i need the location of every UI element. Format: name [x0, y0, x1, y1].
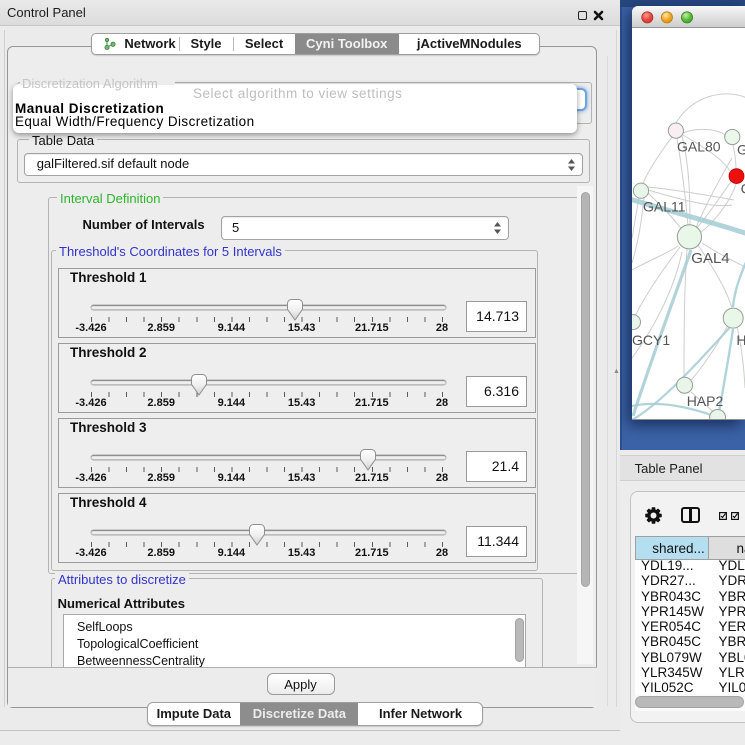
svg-text:GA: GA [737, 141, 745, 157]
svg-text:HI: HI [736, 332, 745, 348]
svg-text:GCY1: GCY1 [632, 332, 670, 348]
svg-text:GAL80: GAL80 [677, 138, 721, 154]
svg-text:C: C [741, 180, 745, 196]
svg-text:GAL4: GAL4 [691, 250, 729, 267]
svg-text:GAL11: GAL11 [643, 198, 686, 214]
svg-text:HAP2: HAP2 [687, 392, 724, 408]
